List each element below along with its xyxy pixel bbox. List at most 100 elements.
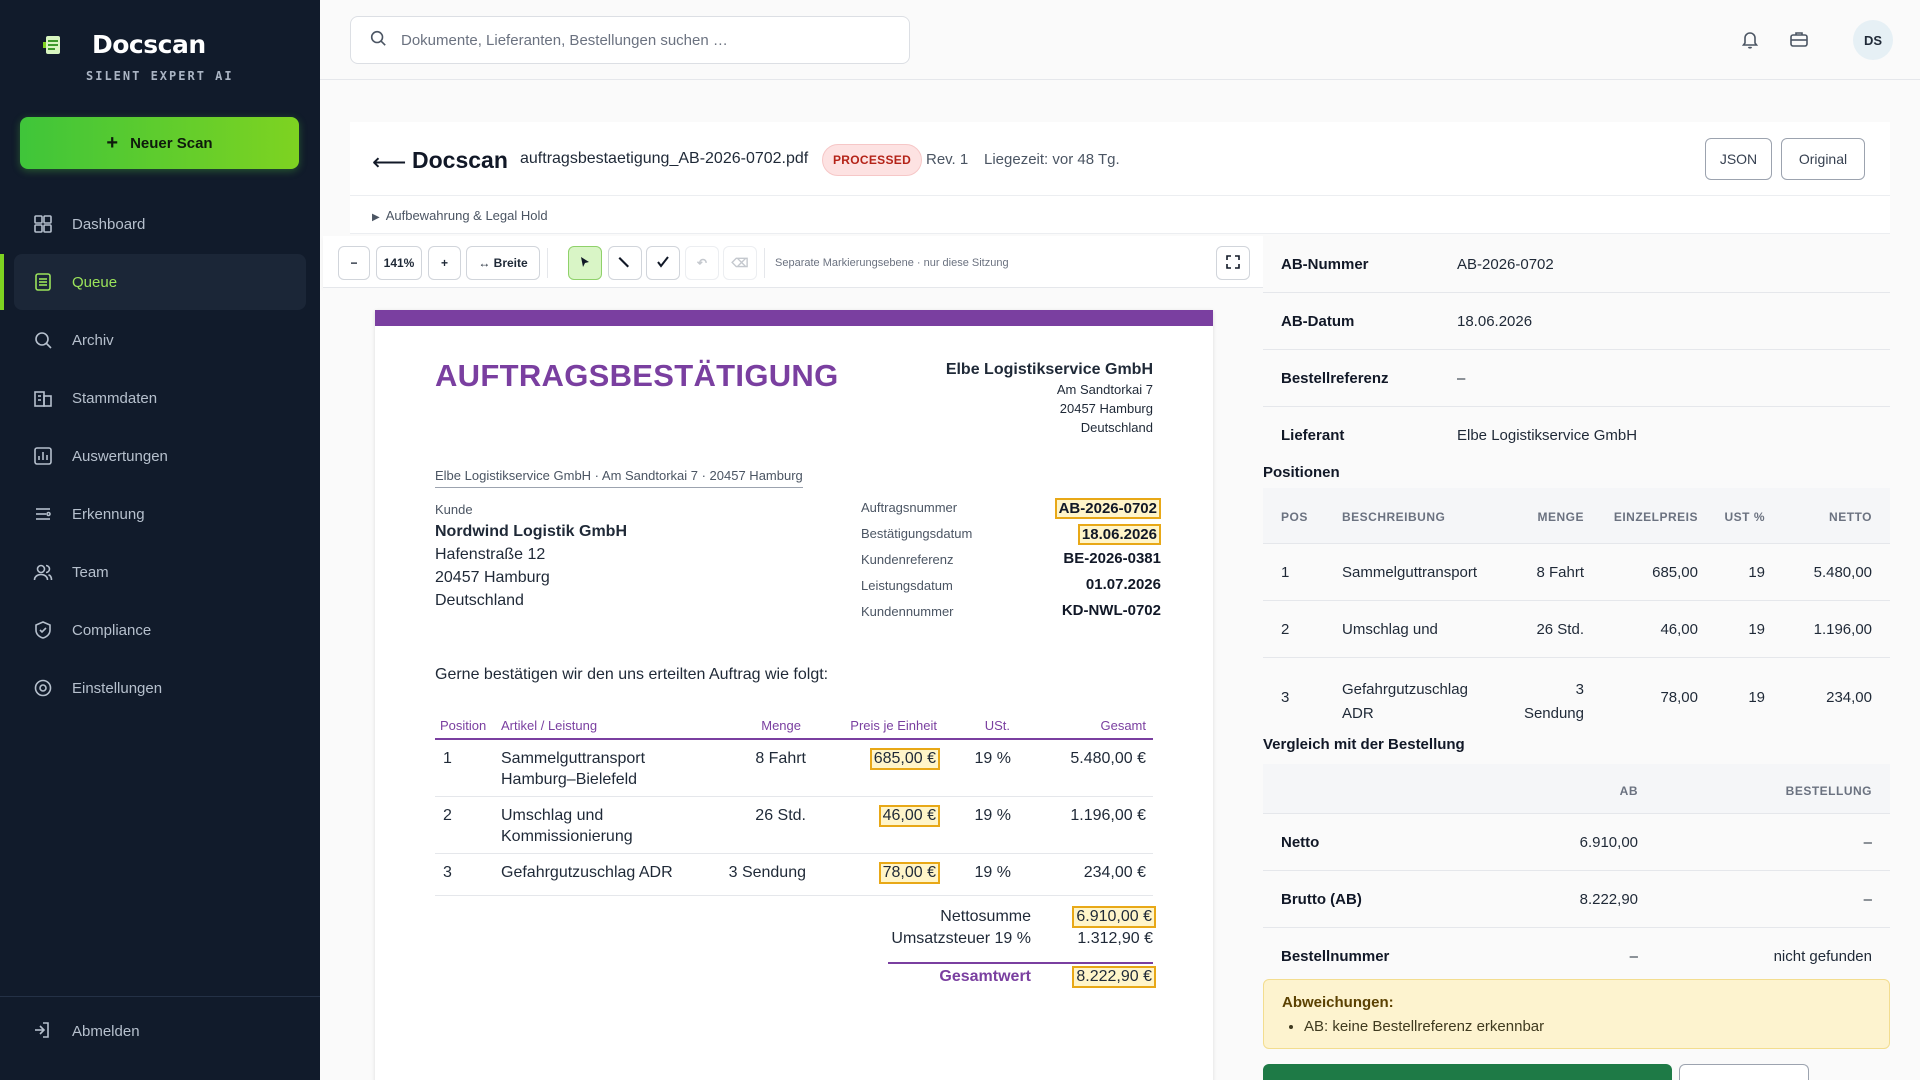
zoom-in-button[interactable]: + [428,246,461,280]
fullscreen-button[interactable] [1216,246,1250,280]
sidebar-item-team[interactable]: Team [14,544,306,600]
search-input[interactable] [401,31,881,49]
table-row[interactable]: 1 Sammelguttransport 8 Fahrt 685,00 19 5… [1263,544,1890,601]
field-bestellreferenz[interactable]: Bestellreferenz – [1263,350,1890,407]
item-total: 1.196,00 € [1070,807,1146,824]
col-vat: UST % [1724,510,1765,524]
new-scan-button[interactable]: + Neuer Scan [20,117,299,169]
totals-divider [888,962,1153,964]
pos-vat: 19 [1748,564,1765,581]
sidebar-item-label: Auswertungen [72,447,168,465]
sidebar-item-auswertungen[interactable]: Auswertungen [14,428,306,484]
sidebar-item-label: Queue [72,273,118,291]
sidebar-item-stammdaten[interactable]: Stammdaten [14,370,306,426]
net-value[interactable]: 6.910,00 € [1072,906,1156,928]
sidebar-item-label: Stammdaten [72,389,158,407]
item-price[interactable]: 78,00 € [878,862,940,884]
table-row[interactable]: 2 Umschlag und 26 Std. 46,00 19 1.196,00 [1263,601,1890,658]
field-ab-nummer[interactable]: AB-Nummer AB-2026-0702 [1263,236,1890,293]
document-viewer[interactable]: AUFTRAGSBESTÄTIGUNG Elbe Logistikservice… [323,288,1263,1080]
sidebar-item-erkennung[interactable]: Erkennung [14,486,306,542]
col-price: Preis je Einheit [850,718,937,733]
grand-value[interactable]: 8.222,90 € [1072,966,1156,988]
table-row: 1 Sammelguttransport Hamburg–Bielefeld 8 … [435,740,1153,797]
back-arrow-icon[interactable]: ⟵ [372,148,406,177]
customer-street: Hafenstraße 12 [435,546,546,563]
primary-action-button[interactable] [1263,1064,1672,1080]
meta-label: Kundenreferenz [861,552,954,567]
gear-icon [32,677,54,699]
item-vat: 19 % [974,864,1011,881]
logout-button[interactable]: Abmelden [32,1020,140,1042]
item-desc-line2: Hamburg–Bielefeld [501,771,638,788]
item-price[interactable]: 685,00 € [869,748,940,770]
col-ab: AB [1619,784,1638,798]
cursor-icon [578,255,592,272]
col-vat: USt. [984,718,1010,733]
check-tool-button[interactable] [646,246,680,280]
sidebar-item-dashboard[interactable]: Dashboard [14,196,306,252]
item-desc-line1: Umschlag und [501,807,604,824]
extraction-panel: AB-Nummer AB-2026-0702 AB-Datum 18.06.20… [1263,236,1890,1080]
sidebar-item-einstellungen[interactable]: Einstellungen [14,660,306,716]
original-button[interactable]: Original [1781,138,1865,180]
topbar: DS [320,0,1920,80]
markup-layer-note: Separate Markierungsebene · nur diese Si… [775,257,1009,269]
field-ab-datum[interactable]: AB-Datum 18.06.2026 [1263,293,1890,350]
item-desc: Umschlag und Kommissionierung [501,805,633,847]
item-vat: 19 % [974,750,1011,767]
undo-button[interactable]: ↶ [685,246,719,280]
meta-row: Auftragsnummer AB-2026-0702 [861,494,1161,520]
grand-label: Gesamtwert [939,968,1031,985]
alert-list: AB: keine Bestellreferenz erkennbar [1304,1018,1544,1035]
sidebar-item-compliance[interactable]: Compliance [14,602,306,658]
vat-label: Umsatzsteuer 19 % [891,930,1031,947]
item-price[interactable]: 46,00 € [878,805,940,827]
field-label: AB-Datum [1281,313,1355,330]
shield-icon [32,619,54,641]
customer-country: Deutschland [435,592,524,609]
sidebar-item-label: Archiv [72,331,114,349]
meta-label: Bestätigungsdatum [861,526,973,541]
search-box[interactable] [350,16,910,64]
item-desc-line2: Kommissionierung [501,828,633,845]
logout-icon [32,1020,54,1042]
field-value: – [1457,370,1466,387]
zoom-out-button[interactable]: − [338,246,370,280]
fullscreen-icon [1226,254,1240,272]
secondary-action-button[interactable] [1679,1064,1809,1080]
meta-row: Leistungsdatum 01.07.2026 [861,572,1161,598]
sidebar-divider [0,996,320,997]
grid-icon [32,213,54,235]
legal-hold-toggle[interactable]: ▶ Aufbewahrung & Legal Hold [350,196,1890,234]
items-header: Position Artikel / Leistung Menge Preis … [435,712,1153,740]
sidebar-item-label: Einstellungen [72,679,163,697]
pointer-tool-button[interactable] [568,246,602,280]
sidebar-item-queue[interactable]: Queue [0,254,306,310]
json-button[interactable]: JSON [1705,138,1772,180]
file-name: auftragsbestaetigung_AB-2026-0702.pdf [520,150,809,167]
item-qty: 8 Fahrt [755,750,806,767]
field-lieferant[interactable]: Lieferant Elbe Logistikservice GmbH [1263,407,1890,464]
zoom-level[interactable]: 141% [376,246,422,280]
intro-text: Gerne bestätigen wir den uns erteilten A… [435,666,829,683]
pos-vat: 19 [1748,621,1765,638]
meta-value[interactable]: 18.06.2026 [1077,524,1161,545]
item-qty: 26 Std. [755,807,806,824]
table-row[interactable]: 3 Gefahrgutzuschlag ADR 3 Sendung 78,00 19… [1263,658,1890,738]
scan-icon [32,503,54,525]
meta-value[interactable]: AB-2026-0702 [1054,498,1161,519]
sidebar-nav: Dashboard Queue Archiv Stammdaten Auswer… [0,196,320,718]
meta-label: Auftragsnummer [861,500,958,515]
avatar[interactable]: DS [1853,20,1893,60]
pen-tool-button[interactable] [608,246,642,280]
bell-icon[interactable] [1737,26,1763,52]
sidebar-item-archiv[interactable]: Archiv [14,312,306,368]
erase-button[interactable]: ⌫ [723,246,757,280]
alert-title: Abweichungen: [1282,994,1394,1011]
briefcase-icon[interactable] [1786,26,1812,52]
item-desc: Sammelguttransport Hamburg–Bielefeld [501,748,645,790]
page-accent-bar [375,310,1213,326]
fit-width-button[interactable]: ↔ Breite [466,246,540,280]
toolbar-divider [547,248,548,278]
